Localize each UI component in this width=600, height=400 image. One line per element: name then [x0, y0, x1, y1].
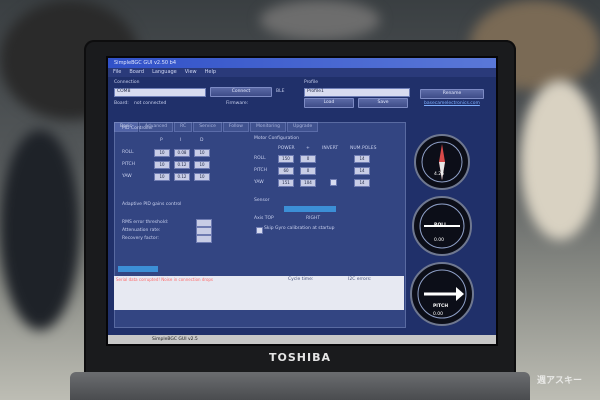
laptop-screen: SimpleBGC GUI v2.50 b4 File Board Langua…	[108, 58, 496, 344]
pid-header-i: I	[180, 138, 182, 143]
skip-gyro-checkbox[interactable]	[256, 227, 263, 234]
yaw-gauge: 4.26	[414, 134, 470, 190]
profile-select[interactable]: Profile1	[304, 88, 410, 97]
i2c-errors-label: I2C errors:	[348, 277, 372, 282]
connect-button[interactable]: Connect	[210, 87, 272, 97]
menu-file[interactable]: File	[113, 68, 121, 77]
invert-yaw-checkbox[interactable]	[330, 179, 337, 186]
roll-gauge-label: ROLL	[434, 223, 448, 228]
pitch-gauge-label: PITCH	[433, 304, 449, 309]
menu-help[interactable]: Help	[205, 68, 216, 77]
pid-yaw-p[interactable]: 10	[154, 173, 170, 181]
pid-pitch-d[interactable]: 10	[194, 161, 210, 169]
compass-icon	[421, 141, 463, 183]
pid-pitch-p[interactable]: 10	[154, 161, 170, 169]
pid-roll-d[interactable]: 10	[194, 149, 210, 157]
pid-section-label: PID Controller	[122, 126, 154, 131]
taskbar-item[interactable]: SimpleBGC GUI v2.5	[152, 337, 198, 342]
save-button[interactable]: Save	[358, 98, 408, 108]
laptop-brand-logo: TOSHIBA	[269, 351, 331, 364]
motor-row-label: ROLL	[254, 156, 266, 161]
rms-threshold-label: RMS error threshold:	[122, 220, 169, 225]
sensor-section-label: Sensor	[254, 198, 270, 203]
roll-gauge: ROLL 0.00	[412, 196, 472, 256]
rms-threshold-input[interactable]	[196, 219, 212, 227]
pid-row-label: PITCH	[122, 162, 136, 167]
axis-top-label: Axis TOP	[254, 216, 274, 221]
recovery-input[interactable]	[196, 235, 212, 243]
motor-header-power: POWER	[278, 146, 295, 151]
recovery-label: Recovery factor:	[122, 236, 159, 241]
motor-roll-plus[interactable]: 0	[300, 155, 316, 163]
sensor-progress-bar	[284, 206, 336, 212]
pid-roll-i[interactable]: 0.08	[174, 149, 190, 157]
taskbar: SimpleBGC GUI v2.5	[108, 335, 496, 344]
motor-section-label: Motor Configuration	[254, 136, 299, 141]
motor-yaw-poles[interactable]: 14	[354, 179, 370, 187]
pitch-readout: 0.00	[433, 312, 444, 317]
firmware-label: Firmware:	[226, 101, 249, 106]
motor-row-label: PITCH	[254, 168, 268, 173]
error-message: Serial data corrupted! Noise in connecti…	[116, 277, 214, 282]
pid-row-label: ROLL	[122, 150, 134, 155]
cycle-time-label: Cycle time:	[288, 277, 314, 282]
pid-pitch-i[interactable]: 0.12	[174, 161, 190, 169]
motor-roll-power[interactable]: 150	[278, 155, 294, 163]
pid-header-d: D	[200, 138, 204, 143]
watermark-logo: 週アスキー	[536, 376, 582, 386]
motor-yaw-power[interactable]: 151	[278, 179, 294, 187]
rename-button[interactable]: Rename	[420, 89, 484, 99]
attenuation-label: Attenuation rate:	[122, 228, 161, 233]
window-title: SimpleBGC GUI v2.50 b4	[108, 58, 496, 68]
axis-right-label: RIGHT	[306, 216, 321, 221]
pid-yaw-d[interactable]: 10	[194, 173, 210, 181]
pid-row-label: YAW	[122, 174, 132, 179]
pitch-gauge: PITCH 0.00	[410, 262, 474, 326]
motor-row-label: YAW	[254, 180, 264, 185]
yaw-readout: 4.26	[434, 172, 445, 177]
ble-checkbox[interactable]: BLE	[276, 89, 284, 94]
load-button[interactable]: Load	[304, 98, 354, 108]
pid-header-p: P	[160, 138, 163, 143]
pid-roll-p[interactable]: 10	[154, 149, 170, 157]
board-label: Board:	[114, 101, 129, 106]
motor-pitch-power[interactable]: 60	[278, 167, 294, 175]
motor-pitch-poles[interactable]: 14	[354, 167, 370, 175]
connection-label: Connection	[114, 80, 140, 85]
profile-label: Profile	[304, 80, 318, 85]
motor-header-invert: INVERT	[322, 146, 339, 151]
motor-header-poles: NUM.POLES	[350, 146, 377, 151]
profile-value: Profile1	[307, 89, 324, 94]
motor-roll-poles[interactable]: 14	[354, 155, 370, 163]
adaptive-pid-label: Adaptive PID gains control	[122, 202, 182, 207]
pid-yaw-i[interactable]: 0.12	[174, 173, 190, 181]
board-status: not connected	[134, 101, 167, 106]
skip-gyro-label: Skip Gyro calibration at startup	[264, 226, 335, 231]
motor-pitch-plus[interactable]: 0	[300, 167, 316, 175]
attenuation-input[interactable]	[196, 227, 212, 235]
menu-view[interactable]: View	[185, 68, 197, 77]
motor-header-plus: +	[306, 146, 310, 151]
menu-language[interactable]: Language	[152, 68, 177, 77]
laptop-keyboard-base	[70, 372, 530, 400]
port-select[interactable]: COM8	[114, 88, 206, 97]
port-value: COM8	[117, 89, 131, 94]
motor-yaw-plus[interactable]: 104	[300, 179, 316, 187]
menu-bar: File Board Language View Help	[108, 68, 496, 77]
status-progress-bar	[118, 266, 158, 272]
website-link[interactable]: basecamelectronics.com	[424, 101, 480, 106]
roll-readout: 0.00	[434, 238, 445, 243]
menu-board[interactable]: Board	[129, 68, 144, 77]
